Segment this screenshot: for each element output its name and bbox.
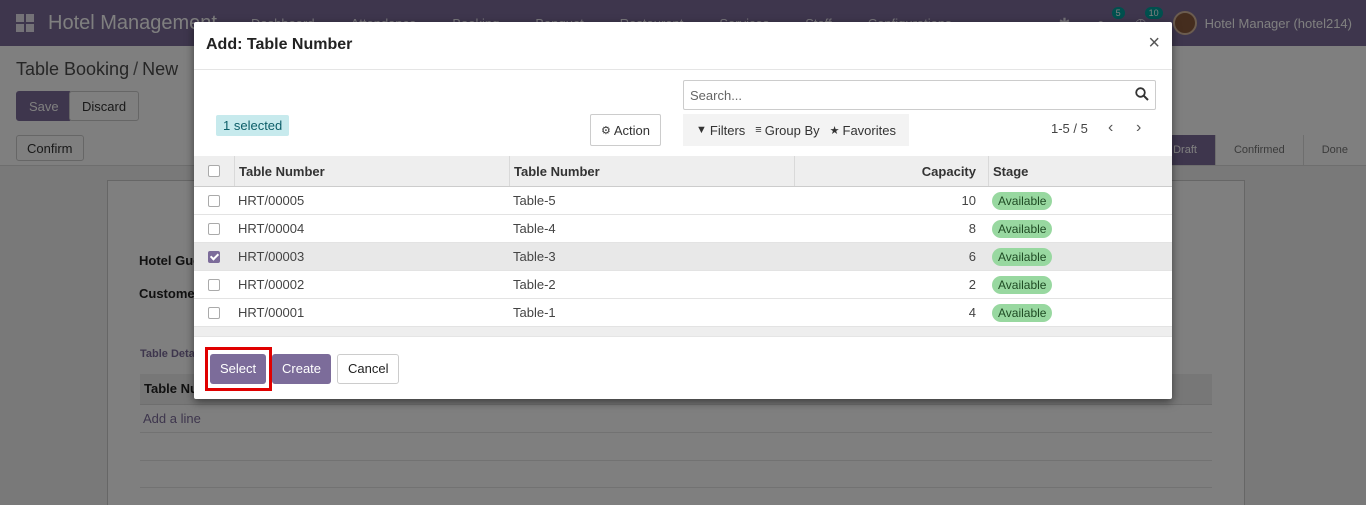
row-stage-cell: Available xyxy=(988,215,1172,242)
column-header-table-number[interactable]: Table Number xyxy=(234,156,509,186)
stage-badge: Available xyxy=(992,191,1053,210)
search-bar xyxy=(683,80,1156,110)
create-button[interactable]: Create xyxy=(272,354,332,384)
group-by-label: Group By xyxy=(764,122,820,138)
table-row[interactable]: HRT/00005 Table-5 10 Available xyxy=(194,187,1172,215)
dialog-title: Add: Table Number xyxy=(206,36,353,53)
row-capacity: 10 xyxy=(961,193,976,208)
select-all-cell xyxy=(194,156,234,186)
row-stage-cell: Available xyxy=(988,271,1172,298)
stage-badge: Available xyxy=(992,247,1053,266)
row-checkbox[interactable] xyxy=(208,222,220,235)
action-button[interactable]: ⚙ Action xyxy=(590,114,662,146)
column-header-stage[interactable]: Stage xyxy=(988,156,1172,186)
table-row[interactable]: HRT/00001 Table-1 4 Available xyxy=(194,299,1172,327)
stage-badge: Available xyxy=(992,303,1053,322)
search-icon[interactable] xyxy=(1135,87,1149,101)
cancel-button[interactable]: Cancel xyxy=(337,354,400,384)
row-stage-cell: Available xyxy=(988,243,1172,270)
bars-icon: ≡ xyxy=(755,124,762,136)
filter-icon: ▼ xyxy=(696,124,707,136)
column-header-capacity[interactable]: Capacity xyxy=(794,156,988,186)
row-capacity: 8 xyxy=(968,221,976,236)
stage-badge: Available xyxy=(992,275,1053,294)
list-footer xyxy=(194,327,1172,336)
records-list: Table Number Table Number Capacity Stage… xyxy=(194,156,1172,336)
chevron-left-icon[interactable]: ‹ xyxy=(1108,120,1113,136)
dialog-footer: Select Create Cancel xyxy=(194,336,1172,399)
row-capacity: 4 xyxy=(968,305,976,320)
row-table-code: HRT/00004 xyxy=(238,221,305,236)
table-row[interactable]: HRT/00004 Table-4 8 Available xyxy=(194,215,1172,243)
row-table-code: HRT/00001 xyxy=(238,305,305,320)
row-table-code: HRT/00003 xyxy=(238,249,305,264)
star-icon: ★ xyxy=(829,124,840,137)
row-checkbox-checked[interactable] xyxy=(208,250,220,263)
row-select-cell xyxy=(194,243,234,270)
row-stage-cell: Available xyxy=(988,187,1172,214)
list-header: Table Number Table Number Capacity Stage xyxy=(194,156,1172,187)
row-table-name: Table-1 xyxy=(513,305,556,320)
filters-label: Filters xyxy=(709,122,746,138)
row-table-code: HRT/00002 xyxy=(238,277,305,292)
group-by-button[interactable]: ≡ Group By xyxy=(755,123,819,138)
column-header-table-name[interactable]: Table Number xyxy=(509,156,794,186)
row-checkbox[interactable] xyxy=(208,306,220,319)
row-checkbox[interactable] xyxy=(208,278,220,291)
row-table-code: HRT/00005 xyxy=(238,193,305,208)
select-all-checkbox[interactable] xyxy=(208,165,220,177)
row-select-cell xyxy=(194,187,234,214)
gear-icon: ⚙ xyxy=(601,124,611,137)
pager-value[interactable]: 1-5 / 5 xyxy=(1051,121,1088,136)
row-checkbox[interactable] xyxy=(208,194,220,207)
row-table-name: Table-4 xyxy=(513,221,556,236)
stage-badge: Available xyxy=(992,219,1053,238)
table-row[interactable]: HRT/00002 Table-2 2 Available xyxy=(194,271,1172,299)
row-capacity: 6 xyxy=(968,249,976,264)
search-input[interactable] xyxy=(684,81,1124,109)
selected-count-badge: 1 selected xyxy=(216,115,290,136)
close-icon[interactable]: × xyxy=(1148,33,1160,53)
row-table-name: Table-2 xyxy=(513,277,556,292)
dialog-header: Add: Table Number × xyxy=(194,22,1172,70)
select-button-highlight xyxy=(205,347,272,391)
row-stage-cell: Available xyxy=(988,299,1172,326)
filters-button[interactable]: ▼ Filters xyxy=(696,123,745,138)
row-select-cell xyxy=(194,215,234,242)
row-capacity: 2 xyxy=(968,277,976,292)
row-table-name: Table-5 xyxy=(513,193,556,208)
chevron-right-icon[interactable]: › xyxy=(1136,120,1141,136)
action-label: Action xyxy=(613,122,651,138)
search-options-bar: ▼ Filters ≡ Group By ★ Favorites xyxy=(683,114,909,146)
favorites-button[interactable]: ★ Favorites xyxy=(830,123,896,138)
row-select-cell xyxy=(194,271,234,298)
add-table-number-dialog: Add: Table Number × 1 selected ⚙ Action … xyxy=(194,22,1172,399)
row-table-name: Table-3 xyxy=(513,249,556,264)
row-select-cell xyxy=(194,299,234,326)
favorites-label: Favorites xyxy=(842,122,896,138)
table-row-selected[interactable]: HRT/00003 Table-3 6 Available xyxy=(194,243,1172,271)
